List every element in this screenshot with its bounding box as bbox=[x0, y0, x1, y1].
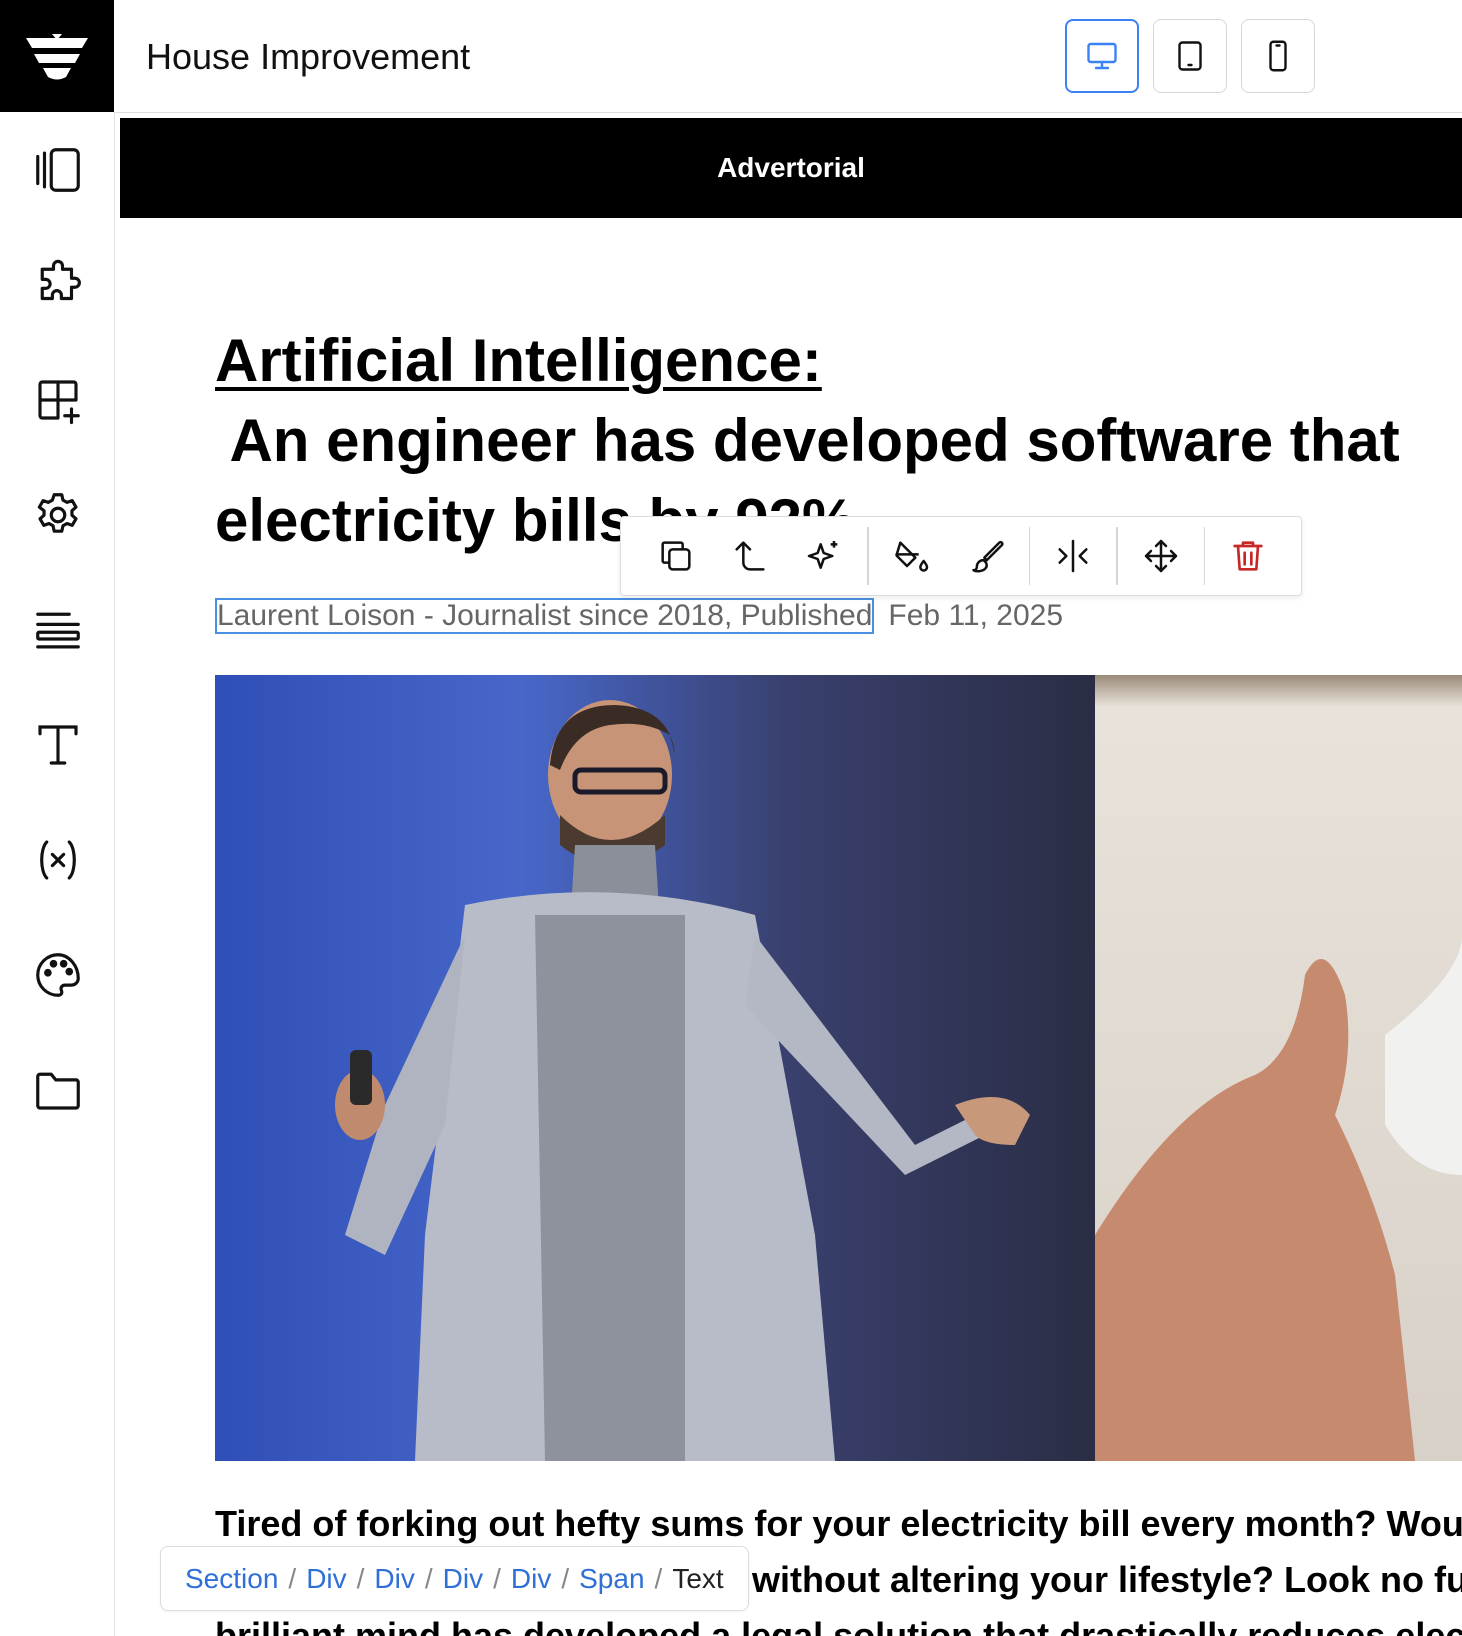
copy-icon bbox=[661, 541, 691, 571]
hero-image[interactable] bbox=[215, 675, 1462, 1461]
folder-icon[interactable] bbox=[24, 1056, 92, 1124]
puzzle-icon[interactable] bbox=[24, 251, 92, 319]
mobile-view-button[interactable] bbox=[1241, 19, 1315, 93]
flip-icon bbox=[1058, 539, 1088, 573]
article-byline[interactable]: Laurent Loison - Journalist since 2018, … bbox=[215, 598, 1063, 634]
breadcrumb-current: Text bbox=[672, 1562, 724, 1594]
breadcrumb-separator: / bbox=[561, 1562, 570, 1594]
breadcrumb-item[interactable]: Div bbox=[306, 1563, 346, 1595]
select-parent-icon bbox=[735, 541, 765, 571]
publish-date: Feb 11, 2025 bbox=[888, 599, 1064, 632]
add-block-icon[interactable] bbox=[24, 366, 92, 434]
breadcrumb-item[interactable]: Div bbox=[511, 1563, 551, 1595]
text-icon[interactable] bbox=[24, 711, 92, 779]
move-button[interactable] bbox=[1124, 519, 1198, 593]
move-icon bbox=[1144, 539, 1177, 573]
headline-line-2: An engineer has developed software that bbox=[215, 407, 1400, 474]
fill-icon bbox=[894, 541, 928, 572]
settings-icon[interactable] bbox=[24, 481, 92, 549]
fill-color-button[interactable] bbox=[875, 519, 949, 593]
logo-icon bbox=[26, 34, 88, 80]
desktop-view-button[interactable] bbox=[1065, 19, 1139, 93]
breadcrumb-separator: / bbox=[424, 1562, 433, 1594]
app-logo[interactable] bbox=[0, 0, 114, 112]
desktop-icon bbox=[1087, 42, 1117, 70]
palette-icon[interactable] bbox=[24, 941, 92, 1009]
body-line-1: Tired of forking out hefty sums for your… bbox=[215, 1503, 1462, 1544]
duplicate-button[interactable] bbox=[639, 519, 713, 593]
top-bar: House Improvement bbox=[114, 0, 1462, 113]
toolbar-divider bbox=[867, 527, 869, 585]
breadcrumb-separator: / bbox=[356, 1562, 365, 1594]
page-canvas: Advertorial Artificial Intelligence: An … bbox=[120, 118, 1462, 1636]
tablet-view-button[interactable] bbox=[1153, 19, 1227, 93]
delete-button[interactable] bbox=[1211, 519, 1285, 593]
delete-icon bbox=[1233, 541, 1263, 571]
breadcrumb-separator: / bbox=[654, 1562, 663, 1594]
ai-assist-button[interactable] bbox=[787, 519, 861, 593]
selected-text-element[interactable]: Laurent Loison - Journalist since 2018, … bbox=[215, 598, 875, 634]
toolbar-divider bbox=[1203, 527, 1205, 585]
align-icon[interactable] bbox=[24, 596, 92, 664]
variable-icon[interactable] bbox=[24, 826, 92, 894]
layers-icon[interactable] bbox=[24, 136, 92, 204]
toolbar-divider bbox=[1028, 527, 1030, 585]
style-brush-button[interactable] bbox=[949, 519, 1023, 593]
element-toolbar bbox=[620, 516, 1302, 596]
toolbar-divider bbox=[1116, 527, 1118, 585]
breadcrumb-item[interactable]: Div bbox=[374, 1563, 414, 1595]
brush-icon bbox=[971, 540, 1004, 573]
left-sidebar bbox=[0, 112, 115, 1636]
breadcrumb-item[interactable]: Span bbox=[579, 1563, 644, 1595]
breadcrumb-separator: / bbox=[493, 1562, 501, 1594]
breadcrumb-item[interactable]: Section bbox=[185, 1563, 278, 1595]
element-breadcrumb: Section / Div / Div / Div / Div / Span /… bbox=[160, 1546, 749, 1611]
headline-line-1: Artificial Intelligence: bbox=[215, 327, 822, 394]
ai-sparkle-icon bbox=[807, 541, 838, 569]
flip-button[interactable] bbox=[1036, 519, 1110, 593]
app-title: House Improvement bbox=[146, 36, 471, 77]
tablet-icon bbox=[1178, 41, 1202, 71]
mobile-icon bbox=[1269, 40, 1287, 72]
breadcrumb-separator: / bbox=[288, 1562, 297, 1594]
breadcrumb-item[interactable]: Div bbox=[443, 1563, 483, 1595]
select-parent-button[interactable] bbox=[713, 519, 787, 593]
body-line-3: brilliant mind has developed a legal sol… bbox=[215, 1615, 1462, 1636]
advertorial-banner[interactable]: Advertorial bbox=[120, 118, 1462, 218]
